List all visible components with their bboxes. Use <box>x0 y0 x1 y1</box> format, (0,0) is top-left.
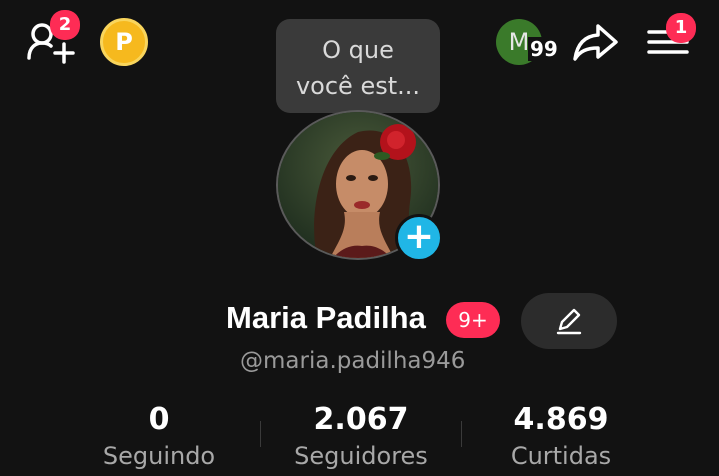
display-name: Maria Padilha <box>226 300 426 335</box>
stat-likes-value: 4.869 <box>513 402 609 437</box>
plus-icon: + <box>403 216 435 257</box>
coin-button[interactable]: P <box>100 18 148 66</box>
stats-divider <box>461 421 462 447</box>
add-story-button[interactable]: + <box>395 214 443 262</box>
stat-following-value: 0 <box>148 402 170 437</box>
menu-button[interactable]: 1 <box>644 13 696 62</box>
name-badge[interactable]: 9+ <box>446 302 500 338</box>
note-placeholder-line2: você est... <box>295 72 421 100</box>
stat-following-label: Seguindo <box>102 442 216 470</box>
add-friends-button[interactable]: 2 <box>26 10 80 64</box>
share-icon <box>573 24 618 61</box>
username: @maria.padilha946 <box>240 348 466 374</box>
stat-likes-label: Curtidas <box>510 442 612 470</box>
note-bubble[interactable]: O que você est... <box>276 19 440 113</box>
stats-divider <box>260 421 261 447</box>
stat-followers-label: Seguidores <box>294 442 428 470</box>
coin-icon: P <box>115 28 133 56</box>
stat-following[interactable]: 0 Seguindo <box>94 402 224 474</box>
stat-followers[interactable]: 2.067 Seguidores <box>282 402 440 474</box>
friend-requests-badge: 2 <box>50 10 80 40</box>
edit-pencil-icon <box>556 308 582 335</box>
edit-profile-button[interactable] <box>521 293 617 349</box>
note-placeholder-line1: O que <box>322 36 394 64</box>
stat-followers-value: 2.067 <box>313 402 409 437</box>
account-avatar-count: 99 <box>528 37 560 61</box>
share-button[interactable] <box>571 20 621 64</box>
menu-badge: 1 <box>666 13 696 43</box>
stat-likes[interactable]: 4.869 Curtidas <box>498 402 624 474</box>
